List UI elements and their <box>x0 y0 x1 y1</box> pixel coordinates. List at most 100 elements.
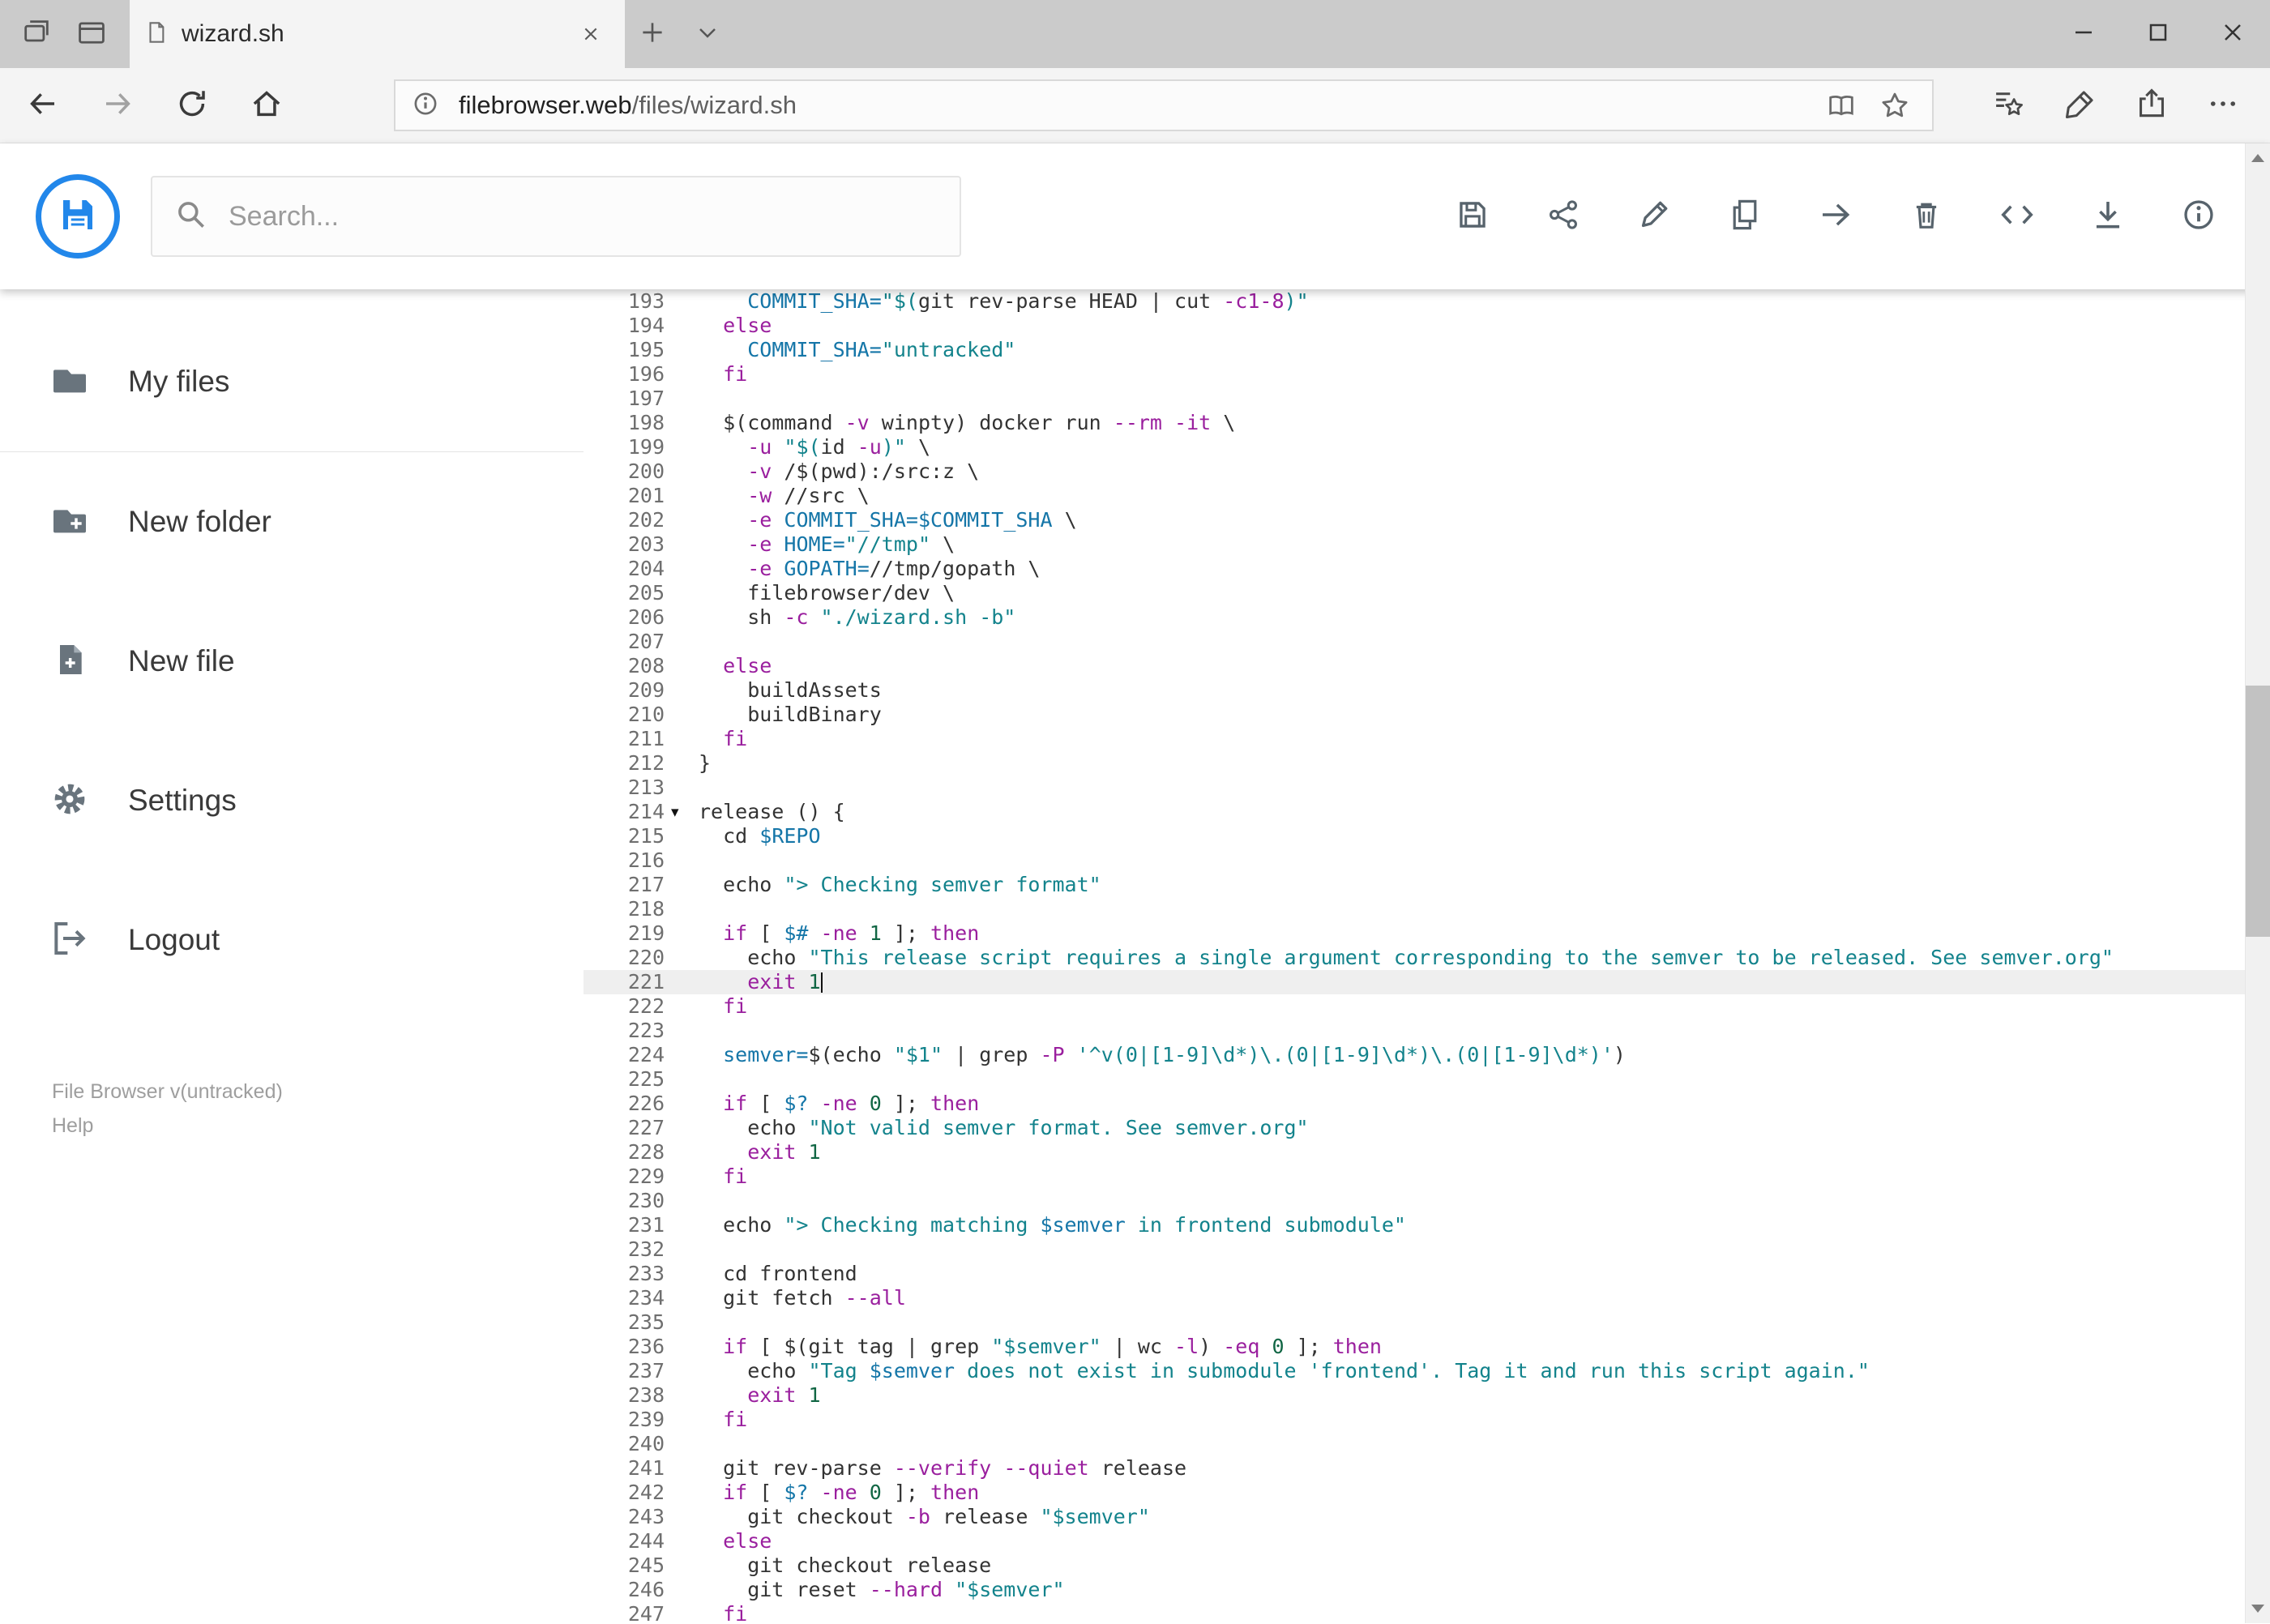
code-line[interactable]: 224 semver=$(echo "$1" | grep -P '^v(0|[… <box>584 1043 2270 1067</box>
code-line[interactable]: 193 COMMIT_SHA="$(git rev-parse HEAD | c… <box>584 289 2270 314</box>
favorite-star-button[interactable] <box>1872 83 1917 128</box>
favorites-hub-button[interactable] <box>1973 74 2045 137</box>
maximize-button[interactable] <box>2121 0 2195 68</box>
raw-code-button[interactable] <box>1998 197 2037 236</box>
info-button[interactable] <box>2179 197 2218 236</box>
code-line[interactable]: 236 if [ $(git tag | grep "$semver" | wc… <box>584 1335 2270 1359</box>
code-line[interactable]: 197 <box>584 387 2270 411</box>
browser-tab[interactable]: wizard.sh <box>130 0 625 68</box>
scroll-down-button[interactable] <box>2246 1594 2270 1623</box>
save-button[interactable] <box>1453 197 1492 236</box>
code-line[interactable]: 247 fi <box>584 1602 2270 1624</box>
code-line[interactable]: 205 filebrowser/dev \ <box>584 581 2270 605</box>
tab-close-icon[interactable] <box>571 15 610 53</box>
code-line[interactable]: 244 else <box>584 1529 2270 1553</box>
code-line[interactable]: 196 fi <box>584 362 2270 387</box>
new-tab-button[interactable] <box>625 0 680 68</box>
code-line[interactable]: 221 exit 1 <box>584 970 2270 994</box>
code-line[interactable]: 242 if [ $? -ne 0 ]; then <box>584 1481 2270 1505</box>
code-line[interactable]: 210 buildBinary <box>584 703 2270 727</box>
code-line[interactable]: 238 exit 1 <box>584 1383 2270 1408</box>
sidebar-item-my-files[interactable]: My files <box>0 312 584 451</box>
code-line[interactable]: 232 <box>584 1237 2270 1262</box>
code-line[interactable]: 239 fi <box>584 1408 2270 1432</box>
code-line[interactable]: 240 <box>584 1432 2270 1456</box>
code-line[interactable]: 235 <box>584 1310 2270 1335</box>
forward-button[interactable] <box>86 74 149 137</box>
code-line[interactable]: 243 git checkout -b release "$semver" <box>584 1505 2270 1529</box>
refresh-button[interactable] <box>160 74 224 137</box>
code-line[interactable]: 215 cd $REPO <box>584 824 2270 848</box>
code-line[interactable]: 222 fi <box>584 994 2270 1019</box>
code-line[interactable]: 245 git checkout release <box>584 1553 2270 1578</box>
share-page-button[interactable] <box>2116 74 2187 137</box>
code-line[interactable]: 219 if [ $# -ne 1 ]; then <box>584 921 2270 946</box>
code-line[interactable]: 233 cd frontend <box>584 1262 2270 1286</box>
sidebar-item-new-file[interactable]: New file <box>0 592 584 731</box>
code-line[interactable]: 231 echo "> Checking matching $semver in… <box>584 1213 2270 1237</box>
search-box[interactable] <box>151 176 961 257</box>
minimize-button[interactable] <box>2046 0 2121 68</box>
fold-marker-icon[interactable]: ▾ <box>665 800 699 824</box>
site-info-icon[interactable] <box>410 88 441 123</box>
more-actions-button[interactable] <box>2187 74 2259 137</box>
delete-button[interactable] <box>1907 197 1946 236</box>
code-line[interactable]: 195 COMMIT_SHA="untracked" <box>584 338 2270 362</box>
back-button[interactable] <box>11 74 75 137</box>
reading-view-button[interactable] <box>1819 83 1864 128</box>
home-button[interactable] <box>235 74 298 137</box>
copy-button[interactable] <box>1725 197 1764 236</box>
code-line[interactable]: 208 else <box>584 654 2270 678</box>
help-link[interactable]: Help <box>52 1109 584 1143</box>
code-line[interactable]: 214 ▾ release () { <box>584 800 2270 824</box>
code-line[interactable]: 200 -v /$(pwd):/src:z \ <box>584 459 2270 484</box>
code-line[interactable]: 199 -u "$(id -u)" \ <box>584 435 2270 459</box>
code-editor[interactable]: 193 COMMIT_SHA="$(git rev-parse HEAD | c… <box>584 289 2270 1624</box>
code-line[interactable]: 226 if [ $? -ne 0 ]; then <box>584 1092 2270 1116</box>
share-button[interactable] <box>1544 197 1583 236</box>
code-line[interactable]: 225 <box>584 1067 2270 1092</box>
download-button[interactable] <box>2088 197 2127 236</box>
code-line[interactable]: 234 git fetch --all <box>584 1286 2270 1310</box>
code-line[interactable]: 217 echo "> Checking semver format" <box>584 873 2270 897</box>
code-line[interactable]: 246 git reset --hard "$semver" <box>584 1578 2270 1602</box>
scrollbar-thumb[interactable] <box>2246 686 2270 937</box>
code-line[interactable]: 218 <box>584 897 2270 921</box>
app-logo[interactable] <box>36 174 120 259</box>
code-line[interactable]: 209 buildAssets <box>584 678 2270 703</box>
move-button[interactable] <box>1816 197 1855 236</box>
rename-button[interactable] <box>1635 197 1674 236</box>
code-line[interactable]: 216 <box>584 848 2270 873</box>
tab-list-chevron[interactable] <box>680 0 735 68</box>
code-line[interactable]: 227 echo "Not valid semver format. See s… <box>584 1116 2270 1140</box>
scroll-up-button[interactable] <box>2246 143 2270 173</box>
code-line[interactable]: 202 -e COMMIT_SHA=$COMMIT_SHA \ <box>584 508 2270 532</box>
tabs-set-aside-button[interactable] <box>13 11 60 58</box>
code-line[interactable]: 229 fi <box>584 1165 2270 1189</box>
search-input[interactable] <box>227 199 938 233</box>
sidebar-item-new-folder[interactable]: New folder <box>0 452 584 592</box>
code-line[interactable]: 203 -e HOME="//tmp" \ <box>584 532 2270 557</box>
code-line[interactable]: 207 <box>584 630 2270 654</box>
code-line[interactable]: 194 else <box>584 314 2270 338</box>
web-note-button[interactable] <box>2045 74 2116 137</box>
close-window-button[interactable] <box>2195 0 2270 68</box>
code-line[interactable]: 241 git rev-parse --verify --quiet relea… <box>584 1456 2270 1481</box>
code-line[interactable]: 212} <box>584 751 2270 776</box>
page-scrollbar[interactable] <box>2245 143 2270 1623</box>
sidebar-item-logout[interactable]: Logout <box>0 870 584 1010</box>
sidebar-item-settings[interactable]: Settings <box>0 731 584 870</box>
code-line[interactable]: 230 <box>584 1189 2270 1213</box>
code-line[interactable]: 220 echo "This release script requires a… <box>584 946 2270 970</box>
tab-preview-button[interactable] <box>68 11 115 58</box>
address-bar[interactable]: filebrowser.web/files/wizard.sh <box>394 79 1934 131</box>
code-line[interactable]: 204 -e GOPATH=//tmp/gopath \ <box>584 557 2270 581</box>
code-line[interactable]: 198 $(command -v winpty) docker run --rm… <box>584 411 2270 435</box>
code-line[interactable]: 213 <box>584 776 2270 800</box>
code-line[interactable]: 223 <box>584 1019 2270 1043</box>
code-line[interactable]: 206 sh -c "./wizard.sh -b" <box>584 605 2270 630</box>
code-line[interactable]: 201 -w //src \ <box>584 484 2270 508</box>
code-line[interactable]: 211 fi <box>584 727 2270 751</box>
code-line[interactable]: 237 echo "Tag $semver does not exist in … <box>584 1359 2270 1383</box>
code-line[interactable]: 228 exit 1 <box>584 1140 2270 1165</box>
